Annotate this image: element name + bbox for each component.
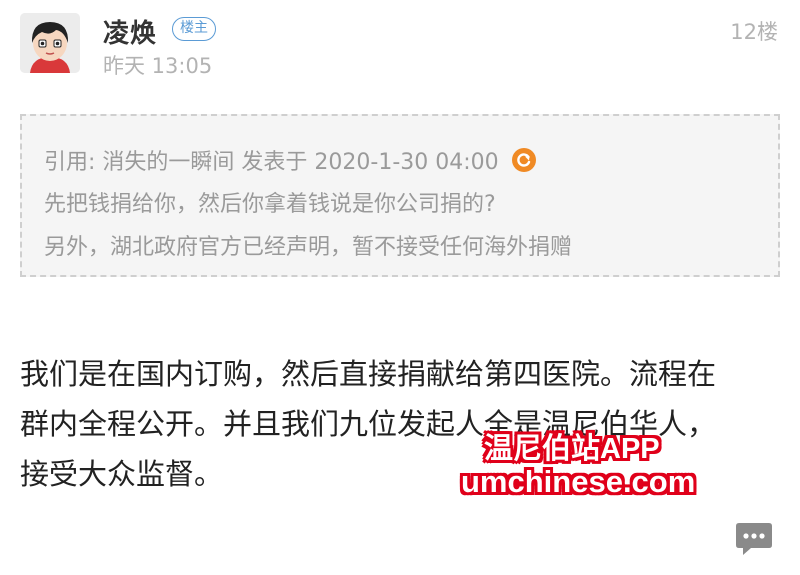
goto-arrow-icon[interactable] <box>511 148 536 172</box>
op-badge: 楼主 <box>172 17 216 41</box>
post-time: 昨天 13:05 <box>103 54 213 78</box>
watermark-app-name: 温尼伯站APP <box>484 433 660 465</box>
quote-line: 另外，湖北政府官方已经声明，暂不接受任何海外捐赠 <box>44 235 573 260</box>
content-line: 群内全程公开。并且我们九位发起人全是温尼伯华人， <box>20 407 717 441</box>
avatar[interactable] <box>20 13 80 73</box>
quote-block: 引用: 消失的一瞬间 发表于 2020-1-30 04:00 先把钱捐给你，然后… <box>20 114 780 277</box>
cartoon-avatar-icon <box>20 13 80 73</box>
author-name[interactable]: 凌焕 <box>103 13 157 50</box>
floor-number: 12楼 <box>730 20 778 44</box>
watermark-url: umchinese.com <box>461 464 696 499</box>
content-line: 我们是在国内订购，然后直接捐献给第四医院。流程在 <box>20 357 717 391</box>
quote-header: 引用: 消失的一瞬间 发表于 2020-1-30 04:00 <box>44 144 536 176</box>
quote-line: 先把钱捐给你，然后你拿着钱说是你公司捐的? <box>44 192 496 217</box>
comment-bubble-icon <box>736 523 772 555</box>
quote-header-text: 引用: 消失的一瞬间 发表于 2020-1-30 04:00 <box>44 150 499 175</box>
comment-button[interactable] <box>734 521 774 557</box>
